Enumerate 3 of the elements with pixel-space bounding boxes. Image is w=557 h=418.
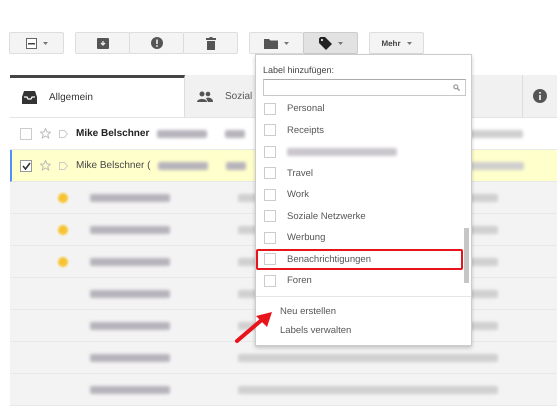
sender-name: Mike Belschner (76, 128, 150, 139)
menu-title: Label hinzufügen: (262, 65, 336, 75)
sender-name: Mike Belschner ( (76, 160, 150, 171)
